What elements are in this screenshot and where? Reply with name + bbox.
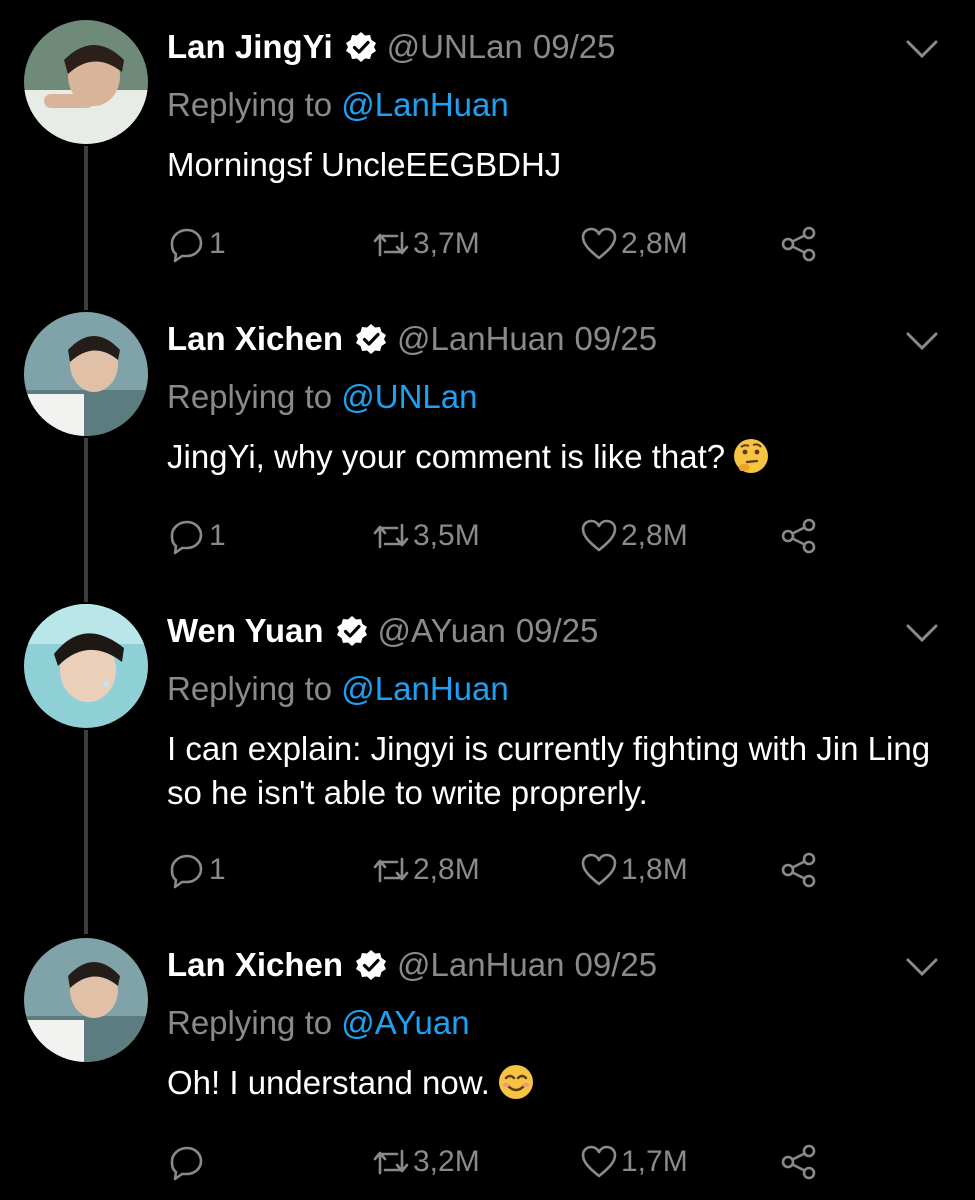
replying-to: Replying to @LanHuan (167, 670, 509, 708)
reply-count: 1 (209, 227, 226, 260)
tweet[interactable]: Lan JingYi @UNLan 09/25 Replying to @Lan… (0, 0, 975, 290)
replying-to-label: Replying to (167, 670, 342, 707)
retweet-count: 2,8M (413, 853, 480, 886)
share-icon (781, 518, 816, 554)
retweet-button[interactable]: 2,8M (371, 848, 480, 892)
tweet[interactable]: Lan Xichen @LanHuan 09/25 Replying to @A… (0, 922, 975, 1200)
tweet-actions: 1 2,8M 1,8M (167, 848, 847, 892)
replying-to-label: Replying to (167, 1004, 342, 1041)
avatar[interactable] (24, 938, 148, 1062)
tweet-text-content: Morningsf UncleEEGBDHJ (167, 146, 562, 183)
chevron-down-icon[interactable] (902, 952, 942, 982)
tweet-text: I can explain: Jingyi is currently fight… (167, 727, 957, 815)
like-button[interactable]: 2,8M (579, 222, 688, 266)
tweet-text-content: JingYi, why your comment is like that? (167, 438, 726, 475)
tweet-text: Morningsf UncleEEGBDHJ (167, 143, 957, 187)
reply-icon (170, 854, 203, 889)
like-count: 1,7M (621, 1145, 688, 1178)
tweet-date[interactable]: 09/25 (533, 28, 616, 66)
retweet-icon (373, 231, 409, 257)
reply-count: 1 (209, 519, 226, 552)
verified-badge-icon (336, 615, 368, 647)
replying-to: Replying to @AYuan (167, 1004, 470, 1042)
tweet[interactable]: Lan Xichen @LanHuan 09/25 Replying to @U… (0, 290, 975, 582)
like-count: 1,8M (621, 853, 688, 886)
mention-link[interactable]: @LanHuan (341, 670, 508, 707)
author-name[interactable]: Lan JingYi (167, 28, 333, 66)
verified-badge-icon (345, 31, 377, 63)
verified-badge-icon (355, 949, 387, 981)
tweet-date[interactable]: 09/25 (575, 946, 658, 984)
author-handle[interactable]: @LanHuan (397, 946, 564, 984)
heart-icon (581, 227, 617, 260)
author-handle[interactable]: @UNLan (387, 28, 523, 66)
retweet-count: 3,5M (413, 519, 480, 552)
author-name[interactable]: Lan Xichen (167, 320, 343, 358)
tweet-text: JingYi, why your comment is like that? (167, 435, 957, 479)
like-count: 2,8M (621, 519, 688, 552)
share-button[interactable] (779, 1140, 819, 1184)
replying-to-label: Replying to (167, 86, 342, 123)
thinking-face-emoji-icon (731, 436, 771, 476)
share-button[interactable] (779, 848, 819, 892)
tweet-text-content: I can explain: Jingyi is currently fight… (167, 730, 931, 811)
author-handle[interactable]: @AYuan (378, 612, 506, 650)
retweet-button[interactable]: 3,5M (371, 514, 480, 558)
retweet-icon (373, 857, 409, 883)
author-name[interactable]: Lan Xichen (167, 946, 343, 984)
share-button[interactable] (779, 514, 819, 558)
reply-icon (170, 1146, 203, 1181)
tweet-date[interactable]: 09/25 (516, 612, 599, 650)
mention-link[interactable]: @LanHuan (341, 86, 508, 123)
author-handle[interactable]: @LanHuan (397, 320, 564, 358)
retweet-count: 3,2M (413, 1145, 480, 1178)
heart-icon (581, 853, 617, 886)
author-name[interactable]: Wen Yuan (167, 612, 324, 650)
reply-button[interactable]: 1 (167, 848, 226, 892)
avatar[interactable] (24, 20, 148, 144)
reply-count: 1 (209, 853, 226, 886)
avatar[interactable] (24, 604, 148, 728)
tweet[interactable]: Wen Yuan @AYuan 09/25 Replying to @LanHu… (0, 582, 975, 922)
verified-badge-icon (355, 323, 387, 355)
like-button[interactable]: 1,7M (579, 1140, 688, 1184)
like-count: 2,8M (621, 227, 688, 260)
retweet-button[interactable]: 3,7M (371, 222, 480, 266)
reply-button[interactable]: 1 (167, 514, 226, 558)
replying-to: Replying to @UNLan (167, 378, 478, 416)
reply-icon (170, 228, 203, 263)
tweet-actions: 1 3,5M 2,8M (167, 514, 847, 558)
avatar[interactable] (24, 312, 148, 436)
chevron-down-icon[interactable] (902, 618, 942, 648)
retweet-icon (373, 523, 409, 549)
retweet-count: 3,7M (413, 227, 480, 260)
replying-to-label: Replying to (167, 378, 342, 415)
smiling-face-emoji-icon (496, 1062, 536, 1102)
retweet-icon (373, 1149, 409, 1175)
share-icon (781, 852, 816, 888)
mention-link[interactable]: @UNLan (341, 378, 477, 415)
share-icon (781, 226, 816, 262)
chevron-down-icon[interactable] (902, 34, 942, 64)
share-icon (781, 1144, 816, 1180)
tweet-actions: 3,2M 1,7M (167, 1140, 847, 1184)
like-button[interactable]: 1,8M (579, 848, 688, 892)
tweet-date[interactable]: 09/25 (575, 320, 658, 358)
reply-icon (170, 520, 203, 555)
tweet-text-content: Oh! I understand now. (167, 1064, 490, 1101)
share-button[interactable] (779, 222, 819, 266)
tweet-text: Oh! I understand now. (167, 1061, 957, 1105)
reply-button[interactable]: 1 (167, 222, 226, 266)
retweet-button[interactable]: 3,2M (371, 1140, 480, 1184)
replying-to: Replying to @LanHuan (167, 86, 509, 124)
chevron-down-icon[interactable] (902, 326, 942, 356)
mention-link[interactable]: @AYuan (341, 1004, 469, 1041)
like-button[interactable]: 2,8M (579, 514, 688, 558)
heart-icon (581, 1145, 617, 1178)
reply-button[interactable] (167, 1140, 209, 1184)
tweet-actions: 1 3,7M 2,8M (167, 222, 847, 266)
heart-icon (581, 519, 617, 552)
